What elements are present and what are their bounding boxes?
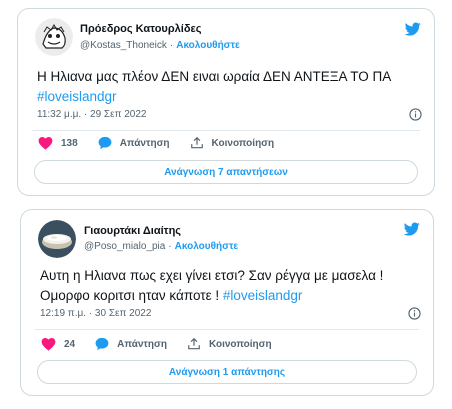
heart-icon [38, 137, 53, 150]
tweet-text: Αυτη η Ηλιανα πως εχει γίνει ετσι? Σαν ρ… [40, 266, 425, 306]
share-upload-icon [188, 337, 200, 350]
author-name[interactable]: Πρόεδρος Κατουρλίδες [80, 23, 201, 35]
share-label: Κοινοποίηση [211, 137, 275, 149]
handle-row: @Kostas_Thoneick · Ακολουθήστε [80, 40, 240, 51]
tweet-date: 30 Σεπ 2022 [94, 308, 152, 319]
separator-dot: · [168, 241, 172, 252]
author-handle[interactable]: @Poso_mialo_pia [84, 241, 165, 252]
share-button[interactable]: Κοινοποίηση [190, 136, 275, 150]
divider [35, 329, 419, 330]
share-button[interactable]: Κοινοποίηση [187, 337, 272, 351]
timestamp[interactable]: 11:32 μ.μ. · 29 Σεπ 2022 [37, 109, 147, 120]
hashtag-link[interactable]: #loveislandgr [37, 89, 117, 104]
follow-button[interactable]: Ακολουθήστε [176, 40, 240, 51]
tweet-date: 29 Σεπ 2022 [90, 109, 147, 120]
tweet-time: 12:19 π.μ. [40, 308, 87, 319]
like-count: 138 [61, 137, 78, 149]
twitter-bird-icon[interactable] [403, 221, 421, 237]
tweet-time: 11:32 μ.μ. [37, 109, 82, 120]
share-upload-icon [190, 136, 203, 149]
tweet-card: Πρόεδρος Κατουρλίδες @Kostas_Thoneick · Ακ… [17, 8, 435, 196]
handle-row: @Poso_mialo_pia · Ακολουθήστε [84, 241, 238, 252]
like-button[interactable]: 138 [38, 136, 78, 150]
twitter-bird-icon[interactable] [404, 21, 422, 37]
tweet-body: Η Ηλιανα μας πλέον ΔΕΝ ειναι ωραία ΔΕΝ Α… [37, 69, 391, 84]
read-replies-button[interactable]: Ανάγνωση 7 απαντήσεων [34, 160, 418, 184]
share-label: Κοινοποίηση [208, 338, 272, 350]
tweet-text: Η Ηλιανα μας πλέον ΔΕΝ ειναι ωραία ΔΕΝ Α… [37, 67, 422, 107]
heart-icon [41, 338, 56, 351]
follow-button[interactable]: Ακολουθήστε [175, 241, 239, 252]
info-icon[interactable] [408, 307, 421, 320]
divider [32, 130, 420, 131]
tweet-body: Αυτη η Ηλιανα πως εχει γίνει ετσι? Σαν ρ… [40, 268, 384, 303]
author-handle[interactable]: @Kostas_Thoneick [80, 40, 167, 51]
action-bar: 138 Απάντηση Κοινοποίηση [38, 136, 294, 150]
author-name[interactable]: Γιαουρτάκι Διαίτης [84, 225, 181, 237]
read-replies-button[interactable]: Ανάγνωση 1 απάντησης [37, 360, 417, 384]
speech-bubble-icon [95, 337, 109, 351]
hashtag-link[interactable]: #loveislandgr [223, 288, 303, 303]
like-button[interactable]: 24 [41, 337, 75, 351]
timestamp[interactable]: 12:19 π.μ. · 30 Σεπ 2022 [40, 308, 151, 319]
tweet-card: Γιαουρτάκι Διαίτης @Poso_mialo_pia · Ακολο… [20, 209, 434, 396]
reply-label: Απάντηση [117, 338, 167, 350]
like-count: 24 [64, 338, 76, 350]
info-icon[interactable] [409, 108, 422, 121]
reply-label: Απάντηση [119, 137, 170, 149]
separator-dot: · [169, 40, 174, 51]
avatar[interactable] [38, 220, 76, 258]
speech-bubble-icon [98, 136, 112, 150]
reply-button[interactable]: Απάντηση [98, 136, 170, 150]
avatar[interactable] [35, 18, 73, 56]
reply-button[interactable]: Απάντηση [95, 337, 167, 351]
action-bar: 24 Απάντηση Κοινοποίηση [41, 337, 292, 351]
